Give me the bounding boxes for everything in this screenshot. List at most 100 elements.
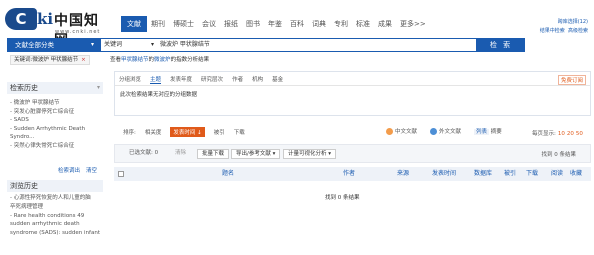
browse-item[interactable]: sudden arrhythmic death bbox=[10, 220, 105, 229]
result-count: 找到 0 条结果 bbox=[541, 152, 577, 158]
col-read[interactable]: 阅读 bbox=[551, 167, 563, 181]
nav-tab-books[interactable]: 图书 bbox=[242, 16, 264, 32]
tab-group-browse[interactable]: 分组浏览 bbox=[119, 75, 141, 84]
history-item[interactable]: - 突然心律失常死亡综合征 bbox=[10, 142, 105, 151]
sort-downloads[interactable]: 下载 bbox=[234, 128, 245, 136]
search-field-select[interactable]: 关键词 bbox=[104, 39, 122, 51]
nav-tab-theses[interactable]: 博硕士 bbox=[169, 16, 198, 32]
browse-item[interactable]: - Rare health conditions 49 bbox=[10, 212, 105, 221]
view-list-button[interactable]: 列表 bbox=[474, 129, 490, 135]
search-input[interactable]: 微波炉 甲状腺结节 bbox=[160, 39, 210, 51]
per-page-50[interactable]: 50 bbox=[576, 131, 583, 137]
col-downloads[interactable]: 下载 bbox=[526, 167, 538, 181]
per-page-20[interactable]: 20 bbox=[567, 131, 574, 137]
category-label: 文献全部分类 bbox=[15, 41, 54, 49]
nav-tab-encyclopedia[interactable]: 百科 bbox=[286, 16, 308, 32]
col-title[interactable]: 题名 bbox=[222, 167, 234, 181]
col-date[interactable]: 发表时间 bbox=[432, 167, 456, 181]
clear-selection-link[interactable]: 清除 bbox=[175, 149, 186, 158]
result-table-header: 题名 作者 来源 发表时间 数据库 被引 下载 阅读 收藏 bbox=[114, 167, 591, 181]
chevron-down-icon[interactable]: ▾ bbox=[151, 39, 154, 51]
crumb-term-1[interactable]: 甲状腺结节 bbox=[121, 57, 149, 63]
logo-c: C bbox=[5, 8, 37, 30]
batch-download-button[interactable]: 批量下载 bbox=[197, 149, 230, 159]
browse-history-list: - 心源性猝死恢复的人和儿童的脑 卒死病理管理 - Rare health co… bbox=[10, 194, 105, 238]
per-page-label: 每页显示: bbox=[532, 131, 556, 137]
history-item[interactable]: - SADS bbox=[10, 116, 105, 125]
crumb-term-2[interactable]: 微波炉 bbox=[154, 57, 171, 63]
col-author[interactable]: 作者 bbox=[343, 167, 355, 181]
chinese-lit-icon bbox=[386, 128, 393, 135]
history-recall-button[interactable]: 检索调出 bbox=[58, 168, 80, 174]
tab-subject[interactable]: 主题 bbox=[150, 75, 162, 84]
chinese-lit-label: 中文文献 bbox=[395, 129, 418, 135]
browse-item[interactable]: - 心源性猝死恢复的人和儿童的脑 bbox=[10, 194, 105, 203]
foreign-literature-filter[interactable]: 外文文献 bbox=[430, 127, 461, 135]
history-item[interactable]: - Sudden Arrhythmic Death bbox=[10, 125, 105, 134]
col-database[interactable]: 数据库 bbox=[474, 167, 492, 181]
cnki-logo[interactable]: C ki 中国知网 www.cnki.net bbox=[5, 8, 113, 49]
visual-analysis-button[interactable]: 计量可视化分析 ▾ bbox=[283, 149, 337, 159]
nav-tab-conferences[interactable]: 会议 bbox=[198, 16, 220, 32]
logo-ki: ki bbox=[37, 10, 54, 28]
nav-tab-patents[interactable]: 专利 bbox=[330, 16, 352, 32]
nav-tab-more[interactable]: 更多>> bbox=[396, 16, 430, 32]
nav-tab-standards[interactable]: 标准 bbox=[352, 16, 374, 32]
nav-tab-literature[interactable]: 文献 bbox=[121, 16, 147, 32]
search-condition-tag: 关键词:微波炉 甲状腺结节 × bbox=[10, 55, 90, 65]
tab-research-level[interactable]: 研究层次 bbox=[201, 75, 223, 84]
selected-count: 已选文献: 0 bbox=[129, 150, 159, 156]
search-condition-text: 关键词:微波炉 甲状腺结节 bbox=[14, 57, 79, 63]
chevron-down-icon: ▾ bbox=[96, 84, 100, 91]
sort-date[interactable]: 发表时间 ↓ bbox=[170, 126, 205, 137]
history-clear-button[interactable]: 清空 bbox=[86, 168, 97, 174]
history-item[interactable]: - 突发心脏骤停死亡综合征 bbox=[10, 108, 105, 117]
tab-author[interactable]: 作者 bbox=[232, 75, 243, 84]
tab-fund[interactable]: 基金 bbox=[272, 75, 283, 84]
search-button[interactable]: 检 索 bbox=[477, 38, 525, 52]
index-analysis-link[interactable]: 查看甲状腺结节的微波炉的指数分析结果 bbox=[110, 56, 209, 64]
search-history-header[interactable]: 检索历史 ▾ bbox=[7, 82, 103, 94]
category-dropdown[interactable]: 文献全部分类 ▾ bbox=[7, 38, 100, 52]
sort-cited[interactable]: 被引 bbox=[214, 128, 225, 136]
browse-history-header[interactable]: 浏览历史 bbox=[7, 180, 103, 192]
grouping-tabs: 分组浏览 主题 发表年度 研究层次 作者 机构 基金 bbox=[119, 75, 292, 84]
close-icon[interactable]: × bbox=[81, 57, 86, 63]
sort-relevance[interactable]: 相关度 bbox=[145, 128, 162, 136]
view-abstract-button[interactable]: 摘要 bbox=[491, 129, 502, 135]
cross-db-link[interactable]: 跨库选择(12) bbox=[540, 18, 588, 27]
crumb-prefix: 查看 bbox=[110, 57, 122, 63]
history-item[interactable]: - 微波炉 甲状腺结节 bbox=[10, 99, 105, 108]
sort-bar: 排序: 相关度 发表时间 ↓ 被引 下载 bbox=[114, 125, 591, 138]
search-history-list: - 微波炉 甲状腺结节 - 突发心脏骤停死亡综合征 - SADS - Sudde… bbox=[10, 99, 105, 150]
export-references-button[interactable]: 导出/参考文献 ▾ bbox=[231, 149, 281, 159]
per-page-10[interactable]: 10 bbox=[558, 131, 565, 137]
chinese-literature-filter[interactable]: 中文文献 bbox=[386, 127, 417, 135]
nav-tab-yearbooks[interactable]: 年鉴 bbox=[264, 16, 286, 32]
top-links: 跨库选择(12) 结果中检索 高级检索 bbox=[540, 18, 588, 36]
tab-institution[interactable]: 机构 bbox=[252, 75, 263, 84]
search-in-results-link[interactable]: 结果中检索 bbox=[540, 28, 565, 34]
browse-item[interactable]: syndrome (SADS): sudden infant bbox=[10, 229, 105, 238]
nav-tab-dictionary[interactable]: 词典 bbox=[308, 16, 330, 32]
view-toggle: 列表 摘要 bbox=[474, 127, 502, 135]
history-actions: 检索调出 清空 bbox=[52, 166, 97, 174]
col-favorite[interactable]: 收藏 bbox=[570, 167, 582, 181]
grouping-empty-message: 此次检索结果无对应的分组数据 bbox=[120, 92, 198, 98]
tab-year[interactable]: 发表年度 bbox=[170, 75, 192, 84]
subscribe-button[interactable]: 免费订阅 bbox=[557, 75, 586, 85]
nav-tab-journals[interactable]: 期刊 bbox=[147, 16, 169, 32]
nav-tab-newspapers[interactable]: 报纸 bbox=[220, 16, 242, 32]
col-source[interactable]: 来源 bbox=[397, 167, 409, 181]
browse-item[interactable]: 卒死病理管理 bbox=[10, 203, 105, 212]
export-references-label: 导出/参考文献 bbox=[236, 151, 271, 157]
divider bbox=[115, 85, 590, 86]
chevron-down-icon: ▾ bbox=[272, 151, 276, 157]
nav-tab-achievements[interactable]: 成果 bbox=[374, 16, 396, 32]
advanced-search-link[interactable]: 高级检索 bbox=[568, 28, 588, 34]
col-cited[interactable]: 被引 bbox=[504, 167, 516, 181]
select-all-checkbox[interactable] bbox=[118, 171, 124, 177]
database-nav: 文献 期刊 博硕士 会议 报纸 图书 年鉴 百科 词典 专利 标准 成果 更多>… bbox=[121, 16, 430, 32]
chevron-down-icon: ▾ bbox=[328, 151, 332, 157]
history-item[interactable]: Syndro... bbox=[10, 133, 105, 142]
